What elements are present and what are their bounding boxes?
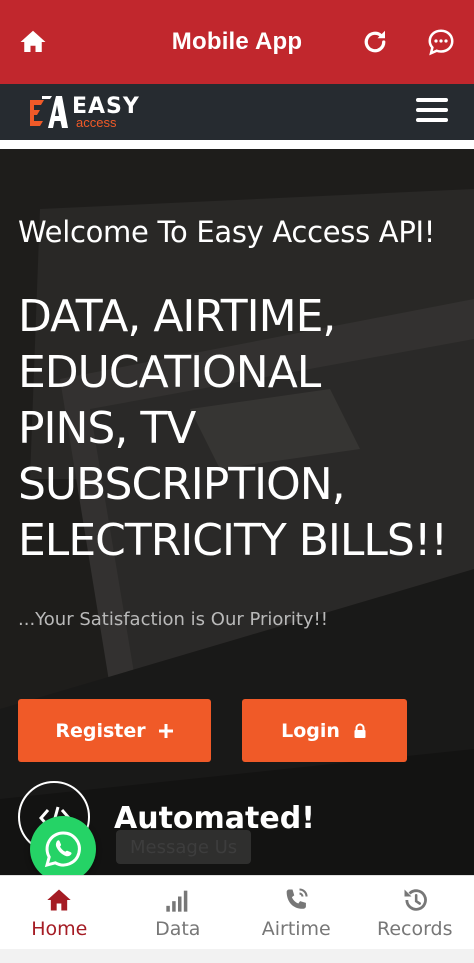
reload-icon — [364, 30, 386, 53]
site-header: EASY access — [0, 84, 474, 140]
lock-icon — [354, 723, 366, 738]
reload-button[interactable] — [360, 27, 390, 57]
divider — [0, 140, 474, 149]
site-logo[interactable]: EASY access — [26, 84, 140, 140]
logo-mark-icon — [30, 96, 68, 128]
signal-bars-icon — [166, 890, 188, 912]
history-icon — [404, 889, 427, 911]
whatsapp-icon — [44, 831, 81, 868]
bottom-navigation: Home Data Airtime Records — [0, 875, 474, 949]
hero-section: Welcome To Easy Access API! DATA, AIRTIM… — [0, 149, 474, 875]
nav-airtime[interactable]: Airtime — [237, 876, 356, 949]
chat-button[interactable] — [426, 27, 456, 57]
home-icon — [20, 30, 46, 52]
hero-headline: DATA, AIRTIME, EDUCATIONAL PINS, TV SUBS… — [18, 291, 448, 566]
nav-records[interactable]: Records — [356, 876, 474, 949]
register-button[interactable]: Register — [18, 699, 211, 762]
nav-data[interactable]: Data — [119, 876, 238, 949]
home-button[interactable] — [18, 27, 48, 57]
chat-bubble-icon — [428, 29, 454, 56]
login-button[interactable]: Login — [242, 699, 407, 762]
message-us-tooltip[interactable]: Message Us — [116, 830, 252, 864]
nav-home[interactable]: Home — [0, 876, 119, 949]
app-title: Mobile App — [171, 28, 303, 55]
hamburger-menu-icon[interactable] — [416, 98, 448, 126]
home-icon — [47, 889, 71, 911]
app-bar: Mobile App — [0, 0, 474, 84]
phone-ringing-icon — [286, 888, 308, 909]
whatsapp-button[interactable] — [30, 816, 96, 882]
welcome-text: Welcome To Easy Access API! — [18, 215, 436, 249]
system-bar-edge — [0, 949, 474, 963]
plus-icon — [158, 723, 173, 738]
tagline: ...Your Satisfaction is Our Priority!! — [18, 609, 328, 630]
